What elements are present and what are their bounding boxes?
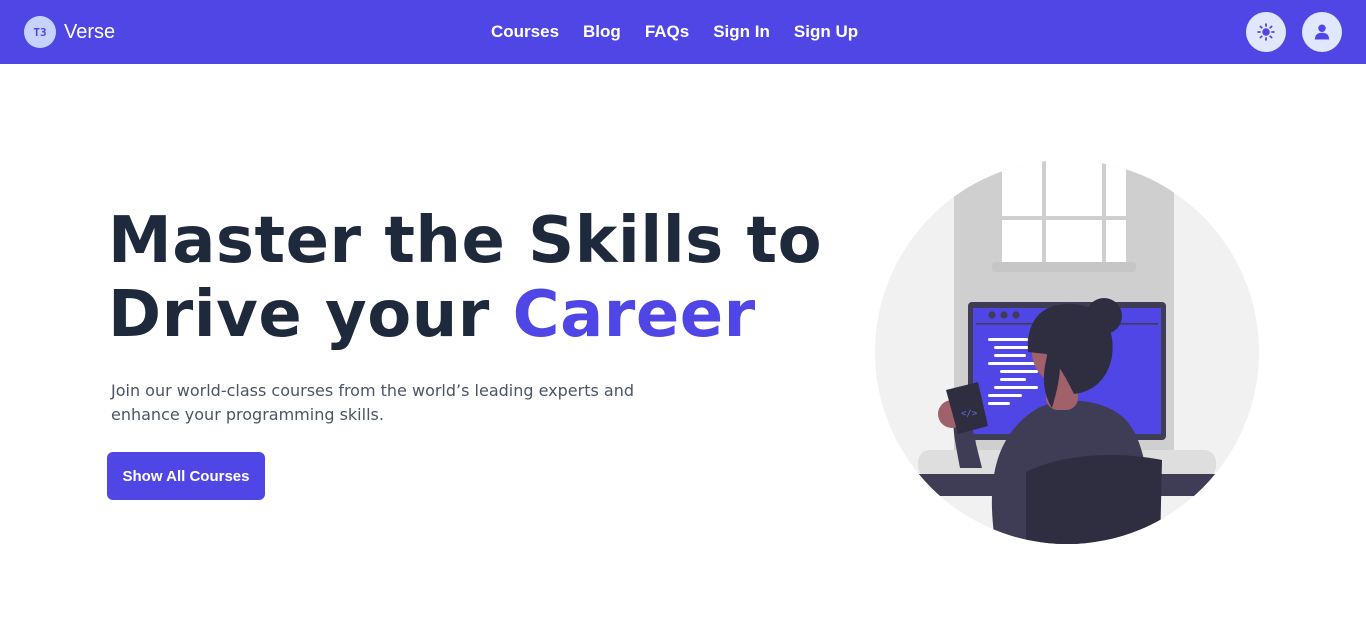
nav-link-sign-up[interactable]: Sign Up <box>782 22 870 42</box>
theme-toggle-button[interactable] <box>1246 12 1286 52</box>
hero-title: Master the Skills to Drive your Career <box>108 204 868 352</box>
brand-link[interactable]: T3 Verse <box>24 16 115 48</box>
sun-icon <box>1257 23 1275 41</box>
main-nav: Courses Blog FAQs Sign In Sign Up <box>479 0 870 64</box>
nav-link-faqs[interactable]: FAQs <box>633 22 701 42</box>
user-menu-button[interactable] <box>1302 12 1342 52</box>
hero-title-line1: Master the Skills to <box>108 204 823 278</box>
brand-name: Verse <box>64 20 116 43</box>
nav-link-blog[interactable]: Blog <box>571 22 633 42</box>
hero-illustration: </> <box>870 156 1262 553</box>
hero-title-line2: Drive your <box>108 278 513 352</box>
developer-at-computer-illustration: </> <box>875 160 1259 544</box>
hero-title-accent: Career <box>512 278 756 352</box>
nav-link-sign-in[interactable]: Sign In <box>701 22 782 42</box>
nav-link-courses[interactable]: Courses <box>479 22 571 42</box>
user-icon <box>1314 24 1330 40</box>
brand-logo: T3 <box>24 16 56 48</box>
svg-text:</>: </> <box>961 409 978 419</box>
show-all-courses-button[interactable]: Show All Courses <box>107 452 265 500</box>
top-navbar: T3 Verse Courses Blog FAQs Sign In Sign … <box>0 0 1366 64</box>
hero-subtitle: Join our world-class courses from the wo… <box>111 381 635 424</box>
